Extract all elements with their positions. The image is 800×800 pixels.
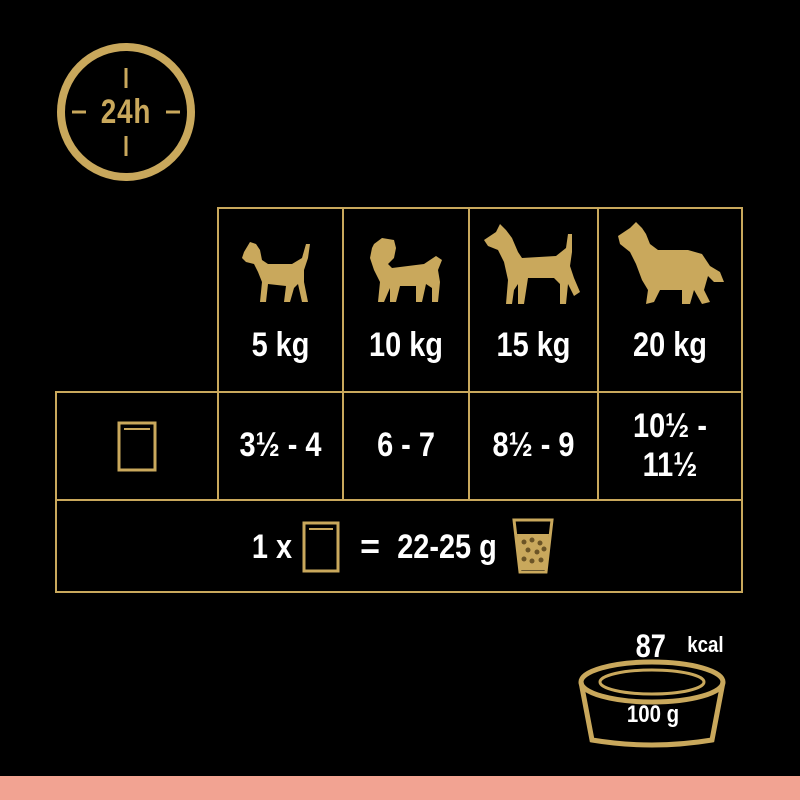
pouch-amount: 3½ - 4 [239,426,322,465]
terrier-dog-icon [484,224,580,304]
weight-label: 15 kg [496,326,571,365]
equals-sign: = [360,528,380,567]
pouch-amount: 10½ - 11½ [633,406,707,484]
kcal-unit: kcal [687,632,724,657]
pouch-icon [117,421,157,472]
weight-label: 5 kg [251,326,310,365]
grams-amount: 22-25 g [397,528,497,567]
pouch-amount: 8½ - 9 [492,426,575,465]
measuring-cup-icon [512,518,554,574]
small-dog-icon [242,242,310,302]
accent-strip [0,776,800,800]
pug-dog-icon [370,238,442,302]
pouch-amount: 6 - 7 [377,426,435,465]
equivalence-prefix: 1 x [251,528,293,567]
collie-dog-icon [618,222,724,304]
pouch-icon [302,521,340,573]
weight-label: 20 kg [633,326,707,365]
bowl-amount: 100 g [626,701,680,728]
weight-label: 10 kg [369,326,443,365]
